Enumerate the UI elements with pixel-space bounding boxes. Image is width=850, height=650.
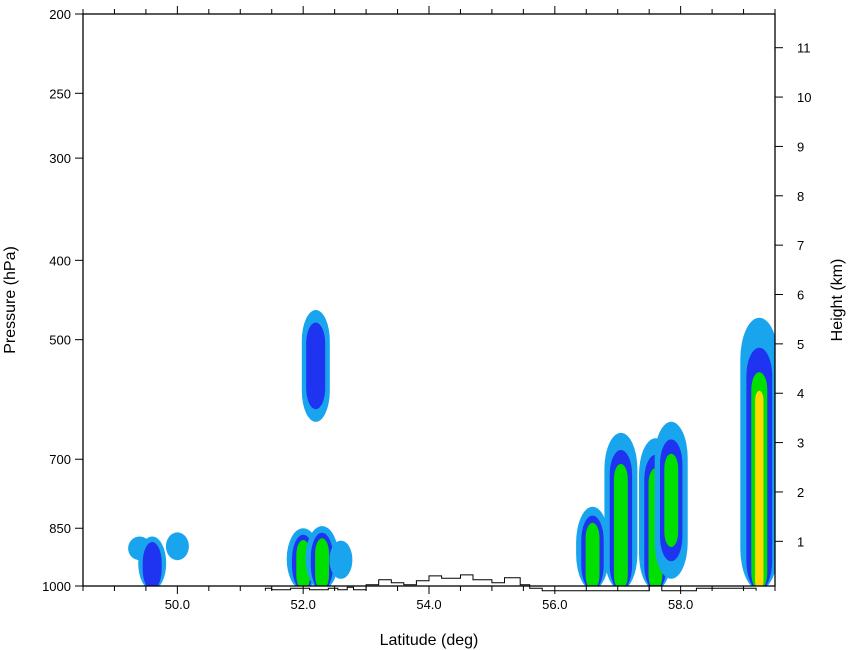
x-tick-label: 54.0 [416,597,441,612]
contour-level-3 [613,464,628,586]
contour-level-2 [306,322,326,410]
height-tick-label: 2 [797,485,804,500]
height-tick-label: 1 [797,534,804,549]
contour-cell [576,506,610,586]
height-tick-label: 11 [797,41,811,56]
pressure-tick-label: 700 [49,452,71,467]
height-tick-label: 9 [797,139,804,154]
height-tick-label: 5 [797,337,804,352]
contour-level-3 [664,453,679,547]
contour-cell [740,317,775,586]
contour-cell [138,536,167,586]
contour-cell [301,310,330,422]
x-axis-title: Latitude (deg) [380,632,479,649]
x-tick-label: 50.0 [165,597,190,612]
contour-level-4 [755,390,764,586]
height-tick-label: 10 [797,90,811,105]
pressure-tick-label: 500 [49,333,71,348]
pressure-axis: 200 250 300 400 500 700 850 1000 [42,7,83,594]
height-tick-label: 3 [797,436,804,451]
contour-level-3 [315,538,329,586]
height-tick-label: 7 [797,238,804,253]
pressure-tick-label: 200 [49,7,71,22]
contour-level-1 [165,532,189,561]
pressure-tick-label: 250 [49,86,71,101]
contour-level-3 [585,522,600,586]
contour-cell [165,532,189,561]
pressure-tick-label: 1000 [42,579,71,594]
x-tick-label: 58.0 [668,597,693,612]
pressure-axis-title: Pressure (hPa) [2,246,19,354]
contour-level-2 [142,542,162,586]
pressure-tick-label: 850 [49,521,71,536]
x-tick-label: 52.0 [291,597,316,612]
x-tick-label: 56.0 [542,597,567,612]
pressure-latitude-cross-section-chart: 50.0 52.0 54.0 56.0 58.0 200 250 300 400 500 700 8… [2,6,846,649]
contour-cell [329,540,353,579]
height-tick-label: 6 [797,288,804,303]
pressure-tick-label: 400 [49,253,71,268]
contour-level-1 [329,540,353,579]
contour-cell [604,432,638,586]
contour-cells-layer [128,310,775,586]
height-tick-label: 8 [797,189,804,204]
contour-cell [654,421,688,579]
height-axis: 1 2 3 4 5 6 7 8 9 10 11 [775,41,811,549]
height-axis-title: Height (km) [829,259,846,342]
height-tick-label: 4 [797,386,804,401]
pressure-tick-label: 300 [49,151,71,166]
